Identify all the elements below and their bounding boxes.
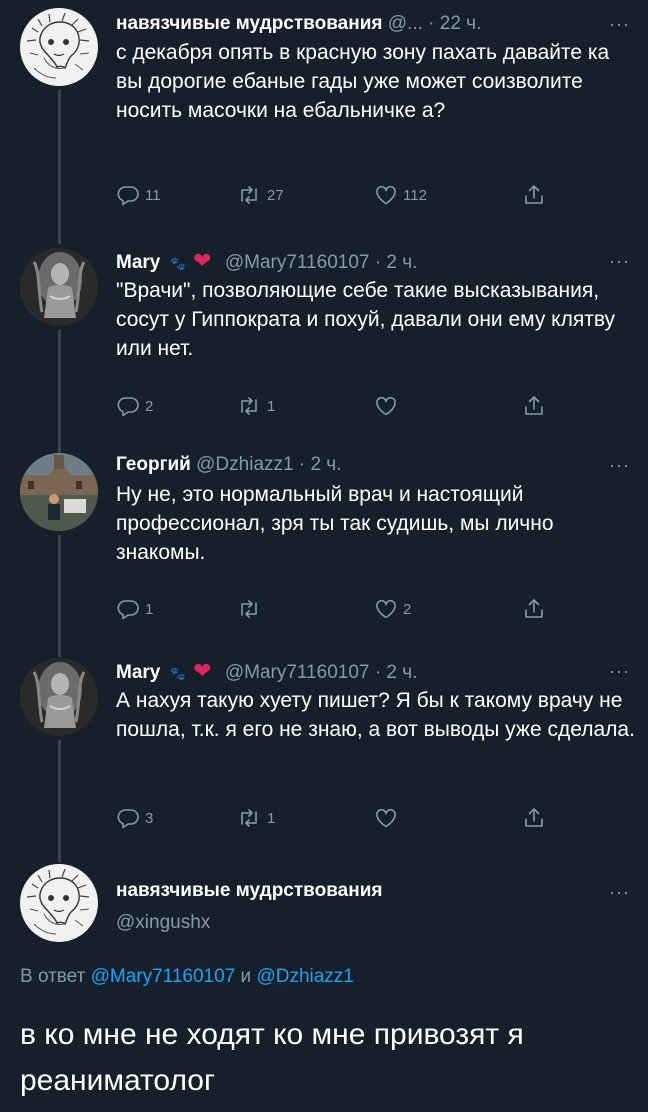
tweet-actions: 3 1 [116, 804, 586, 832]
paw-icon: 🐾 [169, 256, 186, 271]
share-button[interactable] [522, 804, 546, 832]
paw-icon: 🐾 [169, 666, 186, 681]
retweet-icon [236, 394, 262, 418]
thread-line [58, 90, 61, 244]
tweet-actions: 11 27 112 [116, 181, 586, 209]
reply-count: 3 [145, 809, 154, 827]
more-icon[interactable]: ··· [609, 10, 630, 38]
share-button[interactable] [522, 595, 546, 623]
tweet-header: Георгий @Dzhiazz1 · 2 ч. ··· [116, 451, 630, 479]
tweet-text: с декабря опять в красную зону пахать да… [116, 41, 610, 122]
thread-line [58, 535, 61, 657]
tweet-actions: 2 1 [116, 392, 586, 420]
tweet-header: навязчивые мудрствования @... · 22 ч. ··… [116, 10, 630, 38]
heart-icon: ❤ [193, 658, 212, 683]
avatar[interactable] [20, 248, 98, 326]
author-name[interactable]: навязчивые мудрствования [116, 13, 382, 34]
tweet-text: в ко мне не ходят ко мне привозят я реан… [20, 1018, 524, 1097]
tweet-header: ··· [116, 878, 630, 906]
more-icon[interactable]: ··· [609, 878, 630, 906]
more-icon[interactable]: ··· [609, 657, 630, 685]
reply-icon [116, 806, 140, 830]
author-handle[interactable]: @Mary71160107 [225, 662, 370, 683]
avatar[interactable] [20, 8, 98, 86]
reply-button[interactable]: 1 [116, 595, 153, 623]
reply-button[interactable]: 11 [116, 181, 161, 209]
share-icon [522, 394, 546, 418]
like-icon [374, 183, 398, 207]
tweet-time[interactable]: · 2 ч. [375, 662, 418, 683]
reply-and: и [240, 966, 252, 987]
avatar[interactable] [20, 864, 98, 942]
like-button[interactable] [374, 392, 403, 420]
reply-count: 2 [145, 397, 154, 415]
like-icon [374, 597, 398, 621]
more-icon[interactable]: ··· [609, 451, 630, 479]
reply-button[interactable]: 3 [116, 804, 153, 832]
retweet-count: 1 [267, 397, 276, 415]
thread-line [58, 740, 61, 862]
like-count: 112 [403, 186, 427, 204]
retweet-button[interactable]: 1 [236, 392, 275, 420]
tweet-time[interactable]: · 2 ч. [299, 454, 342, 475]
reply-context: В ответ @Mary71160107 и @Dzhiazz1 [20, 966, 354, 988]
like-button[interactable]: 112 [374, 181, 427, 209]
author-name[interactable]: Георгий [116, 454, 191, 475]
share-icon [522, 183, 546, 207]
reply-icon [116, 394, 140, 418]
reply-prefix: В ответ [20, 966, 86, 987]
reply-icon [116, 597, 140, 621]
reply-count: 1 [145, 600, 154, 618]
like-button[interactable] [374, 804, 403, 832]
tweet-header: Mary 🐾 ❤ @Mary71160107 · 2 ч. ··· [116, 657, 630, 685]
author-handle[interactable]: @Dzhiazz1 [196, 454, 293, 475]
tweet-text: Ну не, это нормальный врач и настоящий п… [116, 483, 554, 564]
author-name[interactable]: Mary [116, 252, 160, 273]
author-name[interactable]: Mary [116, 662, 160, 683]
author-handle[interactable]: @xingushx [116, 912, 210, 934]
tweet-text: А нахуя такую хуету пишет? Я бы к такому… [116, 689, 635, 741]
retweet-button[interactable] [236, 595, 267, 623]
retweet-icon [236, 806, 262, 830]
thread-line [58, 330, 61, 454]
share-button[interactable] [522, 392, 546, 420]
like-button[interactable]: 2 [374, 595, 411, 623]
share-icon [522, 806, 546, 830]
reply-count: 11 [145, 186, 161, 204]
tweet-header: Mary 🐾 ❤ @Mary71160107 · 2 ч. ··· [116, 247, 630, 275]
like-icon [374, 394, 398, 418]
reply-user-link[interactable]: @Mary71160107 [91, 966, 236, 987]
heart-icon: ❤ [193, 248, 212, 273]
author-handle[interactable]: @... [388, 13, 423, 34]
more-icon[interactable]: ··· [609, 247, 630, 275]
tweet-actions: 1 2 [116, 595, 586, 623]
share-icon [522, 597, 546, 621]
share-button[interactable] [522, 181, 546, 209]
reply-button[interactable]: 2 [116, 392, 153, 420]
tweet-time[interactable]: · 22 ч. [428, 13, 481, 34]
reply-user-link[interactable]: @Dzhiazz1 [256, 966, 353, 987]
like-icon [374, 806, 398, 830]
retweet-button[interactable]: 1 [236, 804, 275, 832]
author-handle[interactable]: @Mary71160107 [225, 252, 370, 273]
retweet-icon [236, 183, 262, 207]
retweet-count: 27 [267, 186, 284, 204]
avatar[interactable] [20, 658, 98, 736]
like-count: 2 [403, 600, 412, 618]
retweet-icon [236, 597, 262, 621]
retweet-button[interactable]: 27 [236, 181, 284, 209]
retweet-count: 1 [267, 809, 276, 827]
tweet-time[interactable]: · 2 ч. [375, 252, 418, 273]
tweet-text: "Врачи", позволяющие себе такие высказыв… [116, 279, 616, 360]
reply-icon [116, 183, 140, 207]
avatar[interactable] [20, 453, 98, 531]
